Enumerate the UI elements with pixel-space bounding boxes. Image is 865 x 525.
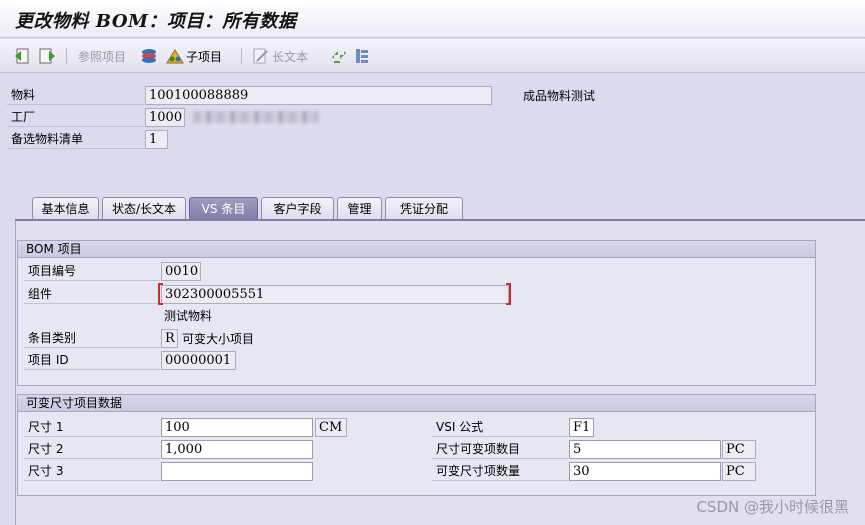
sub-item-icon: [166, 47, 184, 65]
variable-size-item-quantity-label: 可变尺寸项数量: [432, 462, 568, 481]
expand-button[interactable]: [330, 46, 348, 66]
item-number-label: 项目编号: [24, 262, 160, 281]
arrows-icon: [330, 47, 348, 65]
long-text-button[interactable]: 长文本: [252, 46, 308, 66]
alternative-bom-field[interactable]: 1: [145, 130, 168, 149]
reference-item-label: 参照项目: [78, 49, 127, 64]
item-id-field[interactable]: 00000001: [161, 351, 236, 370]
next-item-icon: [38, 47, 56, 65]
toolbar-separator: [241, 48, 242, 64]
toolbar-separator: [66, 48, 67, 64]
tab-status-long-text[interactable]: 状态/长文本: [102, 197, 186, 220]
vsi-formula-label: VSI 公式: [432, 418, 568, 437]
material-field[interactable]: 100100088889: [145, 86, 492, 105]
bom-item-heading: BOM 项目: [18, 241, 815, 258]
material-description: 成品物料测试: [523, 89, 596, 103]
tab-document-assignment[interactable]: 凭证分配: [385, 197, 463, 220]
hierarchy-icon: [353, 47, 371, 65]
previous-item-icon: [14, 47, 32, 65]
component-field[interactable]: 302300005551: [161, 285, 509, 304]
plant-label: 工厂: [7, 108, 144, 127]
sub-item-button[interactable]: 子项目: [166, 46, 222, 66]
sub-item-label: 子项目: [186, 49, 223, 64]
component-label: 组件: [24, 285, 160, 304]
window-title: 更改物料 BOM：项目：所有数据: [15, 11, 297, 32]
tab-customer-fields[interactable]: 客户字段: [261, 197, 334, 220]
previous-item-button[interactable]: [14, 46, 32, 66]
item-id-label: 项目 ID: [24, 351, 160, 370]
size-2-input[interactable]: 1,000: [161, 440, 313, 459]
tab-vs-item[interactable]: VS 条目: [189, 197, 258, 220]
redacted-plant-description: [193, 111, 319, 123]
item-category-field[interactable]: R: [161, 329, 178, 348]
size-3-label: 尺寸 3: [24, 462, 160, 481]
plant-field[interactable]: 1000: [145, 108, 185, 127]
watermark: CSDN @我小时候很黑: [696, 498, 849, 516]
material-label: 物料: [7, 86, 144, 105]
size-3-input[interactable]: [161, 462, 313, 481]
title-bar: 更改物料 BOM：项目：所有数据: [0, 0, 865, 38]
variable-size-item-quantity-input[interactable]: 30: [569, 462, 721, 481]
number-of-variable-size-items-input[interactable]: 5: [569, 440, 721, 459]
required-marker-left: [158, 283, 163, 305]
hierarchy-button[interactable]: [353, 46, 371, 66]
size-1-unit-field[interactable]: CM: [315, 418, 347, 437]
stack-icon: [140, 47, 158, 65]
next-item-button[interactable]: [38, 46, 56, 66]
number-of-variable-size-items-label: 尺寸可变项数目: [432, 440, 568, 459]
long-text-label: 长文本: [272, 49, 309, 64]
alternative-bom-label: 备选物料清单: [7, 130, 144, 149]
application-toolbar: 参照项目 子项目 长文本: [0, 39, 865, 73]
component-overview-button[interactable]: [140, 46, 158, 66]
edit-document-icon: [252, 47, 270, 65]
size-2-label: 尺寸 2: [24, 440, 160, 459]
size-1-label: 尺寸 1: [24, 418, 160, 437]
item-category-label: 条目类别: [24, 329, 160, 348]
tab-administration[interactable]: 管理: [337, 197, 382, 220]
reference-item-button[interactable]: 参照项目: [76, 46, 126, 66]
item-number-field[interactable]: 0010: [161, 262, 201, 281]
component-description: 测试物料: [164, 309, 213, 323]
required-marker-right: [506, 283, 511, 305]
vsi-formula-input[interactable]: F1: [569, 418, 594, 437]
number-of-variable-size-items-unit[interactable]: PC: [722, 440, 756, 459]
variable-size-heading: 可变尺寸项目数据: [18, 395, 815, 412]
tab-basic-data[interactable]: 基本信息: [32, 197, 99, 220]
variable-size-item-quantity-unit[interactable]: PC: [722, 462, 756, 481]
item-category-description: 可变大小项目: [182, 332, 255, 346]
size-1-input[interactable]: 100: [161, 418, 313, 437]
